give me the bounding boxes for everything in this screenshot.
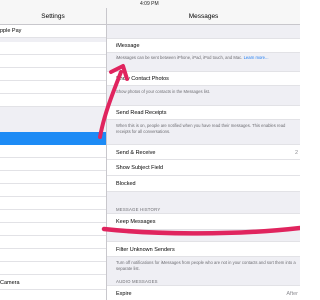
imessage-row[interactable]: iMessage	[107, 38, 300, 53]
status-bar: 4:09 PM	[0, 0, 300, 8]
send-receive-label: Send & Receive	[116, 150, 156, 156]
keep-messages-label: Keep Messages	[116, 219, 156, 225]
show-contact-photos-label: Show Contact Photos	[116, 76, 169, 82]
show-contact-photos-row[interactable]: Show Contact Photos	[107, 71, 300, 86]
imessage-label: iMessage	[116, 43, 140, 49]
blocked-label: Blocked	[116, 181, 136, 187]
messages-pane: Messages iMessage iMessages can be sent …	[107, 8, 300, 300]
imessage-note: iMessages can be sent between iPhone, iP…	[116, 55, 298, 61]
show-subject-field-row[interactable]: Show Subject Field	[107, 160, 300, 176]
sidebar-item[interactable]	[0, 68, 106, 81]
sidebar-item[interactable]	[0, 262, 106, 275]
sidebar-item[interactable]	[0, 184, 106, 197]
sidebar-item[interactable]	[0, 55, 106, 68]
message-history-header: MESSAGE HISTORY	[116, 207, 161, 212]
sidebar-item[interactable]	[0, 145, 106, 158]
send-read-receipts-note: When this is on, people are notified whe…	[116, 123, 286, 134]
sidebar-item[interactable]	[0, 223, 106, 236]
sidebar-item[interactable]	[0, 171, 106, 184]
send-receive-value: 2	[294, 150, 298, 156]
settings-sidebar: Settings pple Pay Camera	[0, 8, 107, 300]
learn-more-link[interactable]: Learn more...	[244, 55, 269, 60]
filter-unknown-senders-label: Filter Unknown Senders	[116, 247, 175, 253]
sidebar-item[interactable]	[0, 42, 106, 55]
blocked-row[interactable]: Blocked	[107, 176, 300, 192]
messages-header: Messages	[107, 8, 300, 25]
send-read-receipts-label: Send Read Receipts	[116, 110, 167, 116]
status-time: 4:09 PM	[140, 1, 159, 7]
sidebar-item[interactable]	[0, 249, 106, 262]
sidebar-item[interactable]	[0, 290, 106, 300]
sidebar-item[interactable]	[0, 158, 106, 171]
filter-unknown-senders-note: Turn off notifications for iMessages fro…	[116, 260, 296, 271]
sidebar-item[interactable]	[0, 132, 106, 145]
filter-unknown-senders-row[interactable]: Filter Unknown Senders	[107, 241, 300, 257]
sidebar-item[interactable]	[0, 236, 106, 249]
imessage-note-text: iMessages can be sent between iPhone, iP…	[116, 55, 243, 60]
expire-value: After	[286, 291, 298, 297]
send-receive-row[interactable]: Send & Receive 2	[107, 144, 300, 160]
sidebar-item[interactable]	[0, 210, 106, 223]
sidebar-item[interactable]	[0, 197, 106, 210]
audio-messages-header: AUDIO MESSAGES	[116, 279, 158, 284]
send-read-receipts-row[interactable]: Send Read Receipts	[107, 105, 300, 120]
sidebar-item[interactable]: Camera	[0, 277, 106, 290]
settings-header: Settings	[0, 8, 106, 25]
sidebar-item[interactable]	[0, 81, 106, 94]
messages-title: Messages	[188, 13, 219, 20]
sidebar-item[interactable]: pple Pay	[0, 25, 106, 38]
sidebar-item[interactable]	[0, 94, 106, 107]
show-subject-field-label: Show Subject Field	[116, 165, 164, 171]
settings-title: Settings	[41, 13, 65, 20]
expire-label: Expire	[116, 291, 132, 297]
show-contact-photos-note: Show photos of your contacts in the Mess…	[116, 89, 211, 94]
keep-messages-row[interactable]: Keep Messages	[107, 213, 300, 230]
expire-row[interactable]: Expire After	[107, 285, 300, 300]
